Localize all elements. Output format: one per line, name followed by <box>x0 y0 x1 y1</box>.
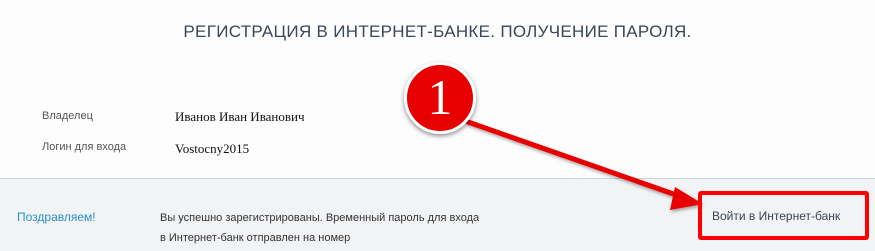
login-internet-bank-link[interactable]: Войти в Интернет-банк <box>712 209 840 223</box>
arrow-shaft <box>465 119 685 200</box>
step-number-badge: 1 <box>404 62 476 134</box>
